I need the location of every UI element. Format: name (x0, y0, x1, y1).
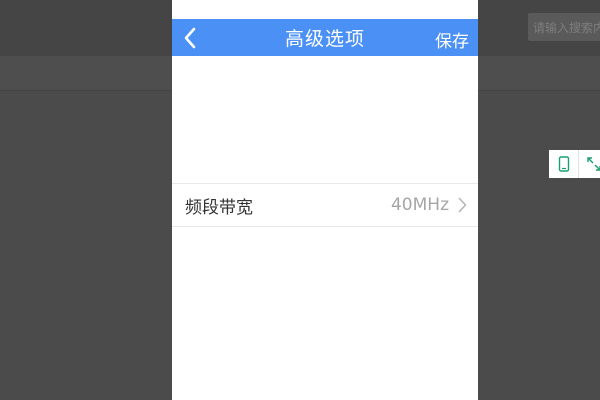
back-button[interactable] (176, 23, 204, 52)
save-button[interactable]: 保存 (435, 27, 469, 52)
chevron-right-icon (455, 196, 469, 214)
status-bar (172, 0, 478, 19)
background-search-input[interactable]: 请输入搜索内容 (528, 13, 600, 41)
navigation-bar: 高级选项 保存 (172, 19, 478, 56)
phone-view-button[interactable] (549, 150, 580, 178)
bandwidth-label: 频段带宽 (185, 197, 253, 218)
bandwidth-value: 40MHz (390, 195, 449, 215)
fullscreen-button[interactable] (579, 150, 600, 178)
device-toolbar (549, 150, 600, 178)
expand-icon (587, 157, 600, 171)
chevron-left-icon (184, 27, 196, 48)
phone-icon (558, 156, 569, 172)
bandwidth-setting-row[interactable]: 频段带宽 40MHz (172, 183, 478, 227)
screen: 请输入搜索内容 高级选项 保存 (0, 0, 600, 400)
settings-content: 频段带宽 40MHz (172, 56, 478, 400)
phone-screen: 高级选项 保存 频段带宽 40MHz (172, 0, 478, 400)
page-title: 高级选项 (284, 28, 365, 50)
